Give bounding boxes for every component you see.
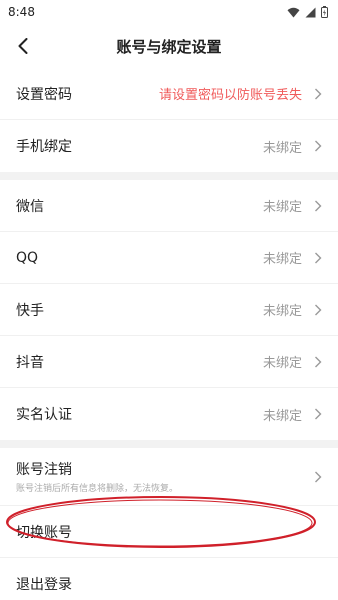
- status-icons: [287, 6, 328, 18]
- row-label: 设置密码: [16, 86, 72, 103]
- chevron-right-icon: [315, 471, 322, 482]
- chevron-right-icon: [315, 140, 322, 152]
- row-kuaishou[interactable]: 快手 未绑定: [0, 284, 338, 336]
- battery-icon: [321, 6, 328, 18]
- row-label: 快手: [16, 302, 44, 319]
- row-value: 未绑定: [262, 356, 302, 371]
- row-label: 实名认证: [16, 407, 72, 423]
- row-value: 未绑定: [262, 252, 302, 267]
- page-title: 账号与绑定设置: [116, 37, 222, 56]
- row-value: 未绑定: [262, 408, 302, 424]
- chevron-left-icon: [18, 38, 28, 54]
- row-switch-account[interactable]: 切换账号: [0, 506, 338, 558]
- status-bar: 8:48: [0, 0, 338, 24]
- chevron-right-icon: [315, 356, 322, 367]
- row-label: 手机绑定: [16, 139, 72, 155]
- wifi-icon: [287, 7, 300, 17]
- row-sublabel: 账号注销后所有信息将删除，无法恢复。: [16, 484, 179, 494]
- row-label-wrap: 账号注销 账号注销后所有信息将删除，无法恢复。: [16, 459, 314, 494]
- row-label: 微信: [16, 198, 44, 215]
- chevron-right-icon: [315, 200, 322, 211]
- row-value: 未绑定: [262, 140, 302, 156]
- row-label: 切换账号: [16, 524, 72, 541]
- row-label: 账号注销: [16, 462, 72, 478]
- row-phone-binding[interactable]: 手机绑定 未绑定: [0, 120, 338, 172]
- chevron-right-icon: [315, 252, 322, 263]
- section-divider: [0, 172, 338, 180]
- row-set-password[interactable]: 设置密码 请设置密码以防账号丢失: [0, 68, 338, 120]
- row-label: 抖音: [16, 354, 44, 371]
- nav-bar: 账号与绑定设置: [0, 24, 338, 68]
- row-logout[interactable]: 退出登录: [0, 558, 338, 600]
- row-value: 未绑定: [262, 200, 302, 215]
- row-value: 未绑定: [262, 304, 302, 319]
- row-wechat[interactable]: 微信 未绑定: [0, 180, 338, 232]
- row-label: 退出登录: [16, 577, 72, 593]
- section-divider: [0, 440, 338, 448]
- chevron-right-icon: [315, 304, 322, 315]
- row-qq[interactable]: QQ 未绑定: [0, 232, 338, 284]
- signal-icon: [305, 7, 316, 17]
- row-value: 请设置密码以防账号丢失: [158, 88, 302, 103]
- status-time: 8:48: [8, 5, 35, 19]
- row-douyin[interactable]: 抖音 未绑定: [0, 336, 338, 388]
- row-account-cancellation[interactable]: 账号注销 账号注销后所有信息将删除，无法恢复。: [0, 448, 338, 506]
- row-label: QQ: [16, 249, 39, 266]
- chevron-right-icon: [315, 408, 322, 420]
- back-button[interactable]: [8, 24, 38, 68]
- chevron-right-icon: [315, 88, 322, 99]
- row-real-name-auth[interactable]: 实名认证 未绑定: [0, 388, 338, 440]
